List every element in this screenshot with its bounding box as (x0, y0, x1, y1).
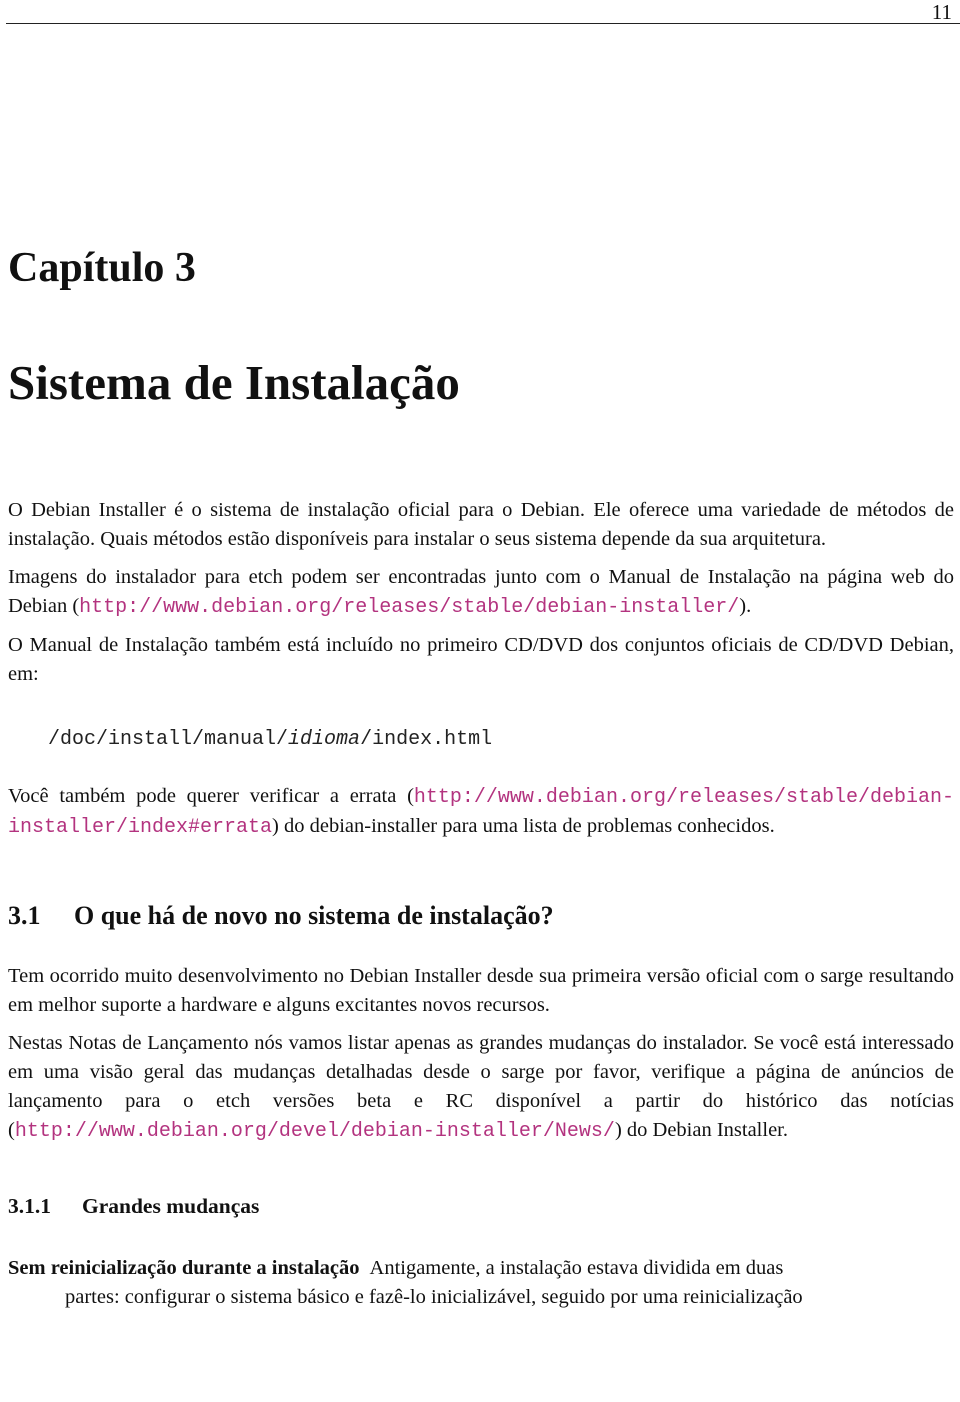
section-heading-3-1: 3.1 O que há de novo no sistema de instal… (8, 900, 954, 932)
installer-images-paragraph: Imagens do instalador para etch podem se… (8, 563, 954, 622)
definition-desc: Antigamente, a instalação estava dividid… (369, 1257, 784, 1279)
definition-term: Sem reinicialização durante a instalação (8, 1257, 360, 1279)
chapter-label: Capítulo 3 (8, 245, 196, 291)
header-rule (6, 23, 960, 24)
section-title: O que há de novo no sistema de instalaçã… (74, 901, 554, 930)
manual-path-code: /doc/install/manual/idioma/index.html (48, 725, 954, 754)
definition-desc-continued: partes: configurar o sistema básico e fa… (65, 1286, 803, 1308)
paragraph-text: Você também pode querer verificar a erra… (8, 785, 414, 807)
subsection-title: Grandes mudanças (82, 1194, 260, 1218)
paragraph-text: ). (739, 595, 752, 617)
page-number: 11 (931, 0, 952, 24)
section-number: 3.1 (8, 901, 41, 930)
errata-paragraph: Você também pode querer verificar a erra… (8, 782, 954, 842)
section-heading-3-1-1: 3.1.1 Grandes mudanças (8, 1192, 954, 1220)
manual-cd-paragraph: O Manual de Instalação também está inclu… (8, 634, 954, 685)
paragraph-text: ) do debian-installer para uma lista de … (272, 815, 775, 837)
code-italic-placeholder: idioma (288, 728, 361, 751)
release-notes-paragraph: Nestas Notas de Lançamento nós vamos lis… (8, 1029, 954, 1146)
intro-paragraph: O Debian Installer é o sistema de instal… (8, 499, 954, 550)
code-suffix: /index.html (360, 728, 493, 751)
definition-item: Sem reinicialização durante a instalação… (8, 1254, 954, 1312)
chapter-title: Sistema de Instalação (8, 355, 460, 410)
subsection-number: 3.1.1 (8, 1194, 51, 1218)
code-prefix: /doc/install/manual/ (48, 728, 289, 751)
installer-link[interactable]: http://www.debian.org/releases/stable/de… (79, 596, 739, 619)
page-content: O Debian Installer é o sistema de instal… (8, 496, 954, 1312)
news-link[interactable]: http://www.debian.org/devel/debian-insta… (15, 1120, 615, 1143)
development-paragraph: Tem ocorrido muito desenvolvimento no De… (8, 965, 954, 1016)
paragraph-text: ) do Debian Installer. (614, 1119, 788, 1141)
